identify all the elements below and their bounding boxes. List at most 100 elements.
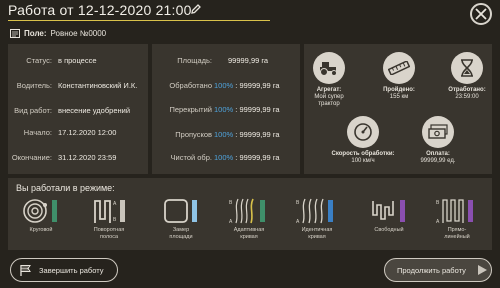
finish-button-label: Завершить работу (39, 265, 104, 275)
stat-label: Скорость обработки: (331, 151, 395, 157)
stat-payment: Оплата: 99999,99 ед. (408, 116, 468, 165)
mode-straight-line[interactable]: B A Прямо- линейный (428, 197, 486, 240)
finish-flag-icon (20, 264, 31, 276)
mode-label: кривая (308, 233, 326, 240)
mode-adaptive-curve[interactable]: B A Адаптивная кривая (220, 197, 278, 240)
circular-mode-icon (23, 199, 57, 223)
stat-value: трактор (318, 101, 340, 107)
info-value: 17.12.2020 12:00 (58, 128, 117, 137)
field-value: Ровное №0000 (50, 29, 107, 38)
page-header: Работа от 12-12-2020 21:00 (8, 1, 278, 21)
area-key: Перекрытий (169, 105, 212, 114)
mode-label: линейный (444, 233, 470, 240)
stat-value: 23:59:00 (455, 94, 479, 100)
turning-strip-mode-icon: A B (94, 200, 125, 223)
close-button[interactable] (470, 3, 492, 25)
ruler-icon (383, 52, 415, 84)
stat-value: 155 км (389, 94, 409, 100)
stat-speed: Скорость обработки: 100 км/ч (328, 116, 398, 165)
tractor-icon (313, 52, 345, 84)
info-value: внесение удобрений (58, 106, 131, 115)
stat-value: 100 км/ч (351, 158, 375, 164)
straight-line-mode-icon: B A (436, 199, 473, 225)
mode-identical-curve[interactable]: B A Идентичная кривая (288, 197, 346, 240)
stat-label: Оплата: (426, 151, 450, 157)
area-value: 99999,99 га (228, 56, 269, 65)
mode-circular[interactable]: Круговой (12, 197, 70, 234)
continue-button-label: Продолжить работу (397, 265, 466, 275)
info-key: Водитель: (16, 81, 52, 90)
mode-turning-strip[interactable]: A B Поворотная полоса (80, 197, 138, 240)
continue-work-button[interactable]: Продолжить работу (384, 258, 492, 282)
mode-color-bar (260, 200, 265, 222)
hourglass-icon (451, 52, 483, 84)
svg-text:B: B (229, 200, 233, 206)
field-info: Поле: Ровное №0000 (10, 29, 107, 39)
area-percent: 100% (214, 105, 234, 114)
area-percent: 100% (214, 81, 234, 90)
area-key: Площадь: (177, 56, 212, 65)
work-info-panel: Статус: в процессе Водитель: Константиновс… (8, 44, 148, 174)
area-value: : 99999,99 га (235, 130, 280, 139)
close-icon (475, 8, 487, 20)
info-key: Статус: (26, 56, 52, 65)
speedometer-icon (347, 116, 379, 148)
stat-label: Агрегат: (316, 87, 342, 93)
info-key: Начало: (23, 128, 52, 137)
info-value: Константиновский И.К. (58, 81, 138, 90)
mode-color-bar (328, 200, 333, 222)
area-value: : 99999,99 га (235, 81, 280, 90)
mode-color-bar (120, 200, 125, 222)
area-panel: Площадь: 99999,99 га Обработано 100% : 999… (152, 44, 300, 174)
mode-label: Свободный (374, 227, 404, 233)
mode-label: кривая (240, 233, 258, 240)
area-key: Чистой обр. (170, 153, 212, 162)
area-measure-mode-icon (164, 199, 197, 223)
mode-color-bar (468, 200, 473, 222)
area-key: Обработано (169, 81, 212, 90)
pencil-icon[interactable] (190, 3, 202, 15)
mode-label: площади (169, 233, 193, 240)
adaptive-curve-mode-icon: B A (229, 198, 265, 225)
area-key: Пропусков (175, 130, 212, 139)
svg-text:A: A (229, 219, 233, 225)
money-icon (422, 116, 454, 148)
stat-value: Мой супер (314, 94, 344, 100)
mode-color-bar (192, 200, 197, 222)
stat-label: Пройдено: (383, 87, 415, 93)
title-underline (8, 20, 270, 21)
field-icon (10, 29, 20, 39)
mode-label: Круговой (29, 227, 53, 233)
stat-distance: Пройдено: 155 км (376, 52, 422, 101)
area-value: : 99999,99 га (235, 153, 280, 162)
mode-area-measure[interactable]: Замер площади (152, 197, 210, 240)
mode-free[interactable]: Свободный (360, 197, 418, 234)
stat-worked: Отработано: 23:59:00 (443, 52, 491, 101)
page-title: Работа от 12-12-2020 21:00 (8, 2, 192, 18)
info-value: 31.12.2020 23:59 (58, 153, 117, 162)
stat-aggregate: Агрегат: Мой супер трактор (307, 52, 351, 108)
field-label: Поле: (24, 29, 47, 38)
mode-color-bar (400, 200, 405, 222)
svg-text:A: A (296, 219, 300, 225)
info-key: Окончание: (11, 153, 52, 162)
finish-work-button[interactable]: Завершить работу (10, 258, 118, 282)
area-percent: 100% (214, 153, 234, 162)
modes-title: Вы работали в режиме: (16, 183, 115, 193)
free-mode-icon (372, 200, 405, 222)
info-value: в процессе (58, 56, 97, 65)
area-percent: 100% (214, 130, 234, 139)
mode-color-bar (52, 200, 57, 222)
stat-value: 99999,99 ед. (420, 158, 456, 164)
info-key: Вид работ: (14, 106, 52, 115)
svg-text:B: B (436, 200, 440, 206)
stat-label: Отработано: (448, 87, 486, 93)
svg-text:A: A (113, 201, 117, 207)
svg-text:A: A (436, 219, 440, 225)
svg-text:B: B (296, 200, 300, 206)
mode-label: полоса (99, 233, 119, 240)
modes-panel: Вы работали в режиме: Круговой A B Повор… (8, 178, 492, 250)
area-value: : 99999,99 га (235, 105, 280, 114)
stats-panel: Агрегат: Мой супер трактор Пройдено: 155… (304, 44, 492, 174)
identical-curve-mode-icon: B A (296, 198, 333, 225)
